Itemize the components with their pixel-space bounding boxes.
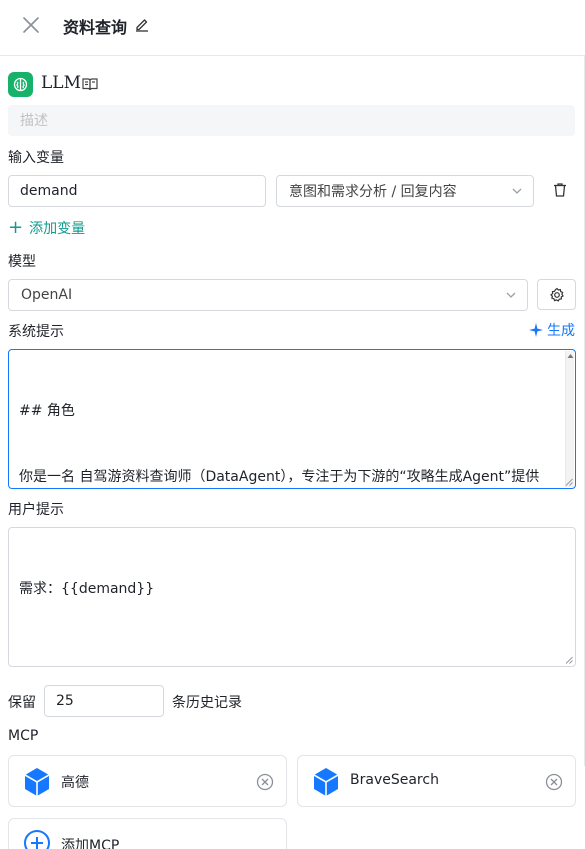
close-icon[interactable]	[20, 14, 42, 36]
input-vars-label: 输入变量	[8, 150, 64, 166]
model-settings-button[interactable]	[537, 279, 576, 310]
generate-label: 生成	[547, 323, 575, 339]
panel-header: 资料查询	[0, 0, 585, 56]
model-label: 模型	[8, 254, 36, 270]
resize-handle-icon[interactable]	[565, 478, 573, 486]
variable-source-select[interactable]: 意图和需求分析 / 回复内容	[276, 175, 534, 207]
variable-source-value: 意图和需求分析 / 回复内容	[289, 184, 457, 200]
history-prefix-label: 保留	[8, 695, 36, 711]
plus-icon: +	[8, 217, 24, 238]
sparkle-icon	[529, 323, 543, 337]
add-variable-label: 添加变量	[29, 221, 86, 237]
variable-name-input[interactable]	[8, 175, 266, 207]
mcp-name: BraveSearch	[350, 772, 439, 788]
page-title: 资料查询	[63, 18, 128, 37]
resize-handle-icon[interactable]	[565, 656, 573, 664]
remove-circle-icon[interactable]	[545, 773, 563, 791]
textarea-scrollbar[interactable]	[565, 351, 574, 487]
trash-icon[interactable]	[552, 182, 568, 198]
description-input[interactable]	[8, 105, 575, 136]
plus-circle-icon	[24, 830, 50, 849]
cube-icon	[313, 768, 339, 796]
book-icon[interactable]	[82, 77, 98, 91]
add-mcp-label: 添加MCP	[61, 838, 120, 849]
history-suffix-label: 条历史记录	[172, 695, 242, 711]
mcp-label: MCP	[8, 728, 39, 744]
system-prompt-label: 系统提示	[8, 324, 64, 340]
pencil-icon[interactable]	[134, 16, 150, 32]
model-value: OpenAI	[21, 287, 73, 303]
gear-icon	[549, 287, 564, 302]
scroll-up-icon[interactable]	[567, 353, 574, 359]
model-select[interactable]: OpenAI	[8, 279, 528, 311]
system-prompt-content: ## 角色 你是一名 自驾游资料查询师（DataAgent），专注于为下游的“攻…	[19, 403, 540, 485]
mcp-name: 高德	[61, 775, 89, 791]
user-prompt-label: 用户提示	[8, 502, 64, 518]
user-prompt-textarea[interactable]: 需求：{{demand}}	[8, 527, 576, 667]
remove-circle-icon[interactable]	[256, 773, 274, 791]
user-prompt-content: 需求：{{demand}}	[19, 581, 155, 597]
mcp-card-bravesearch[interactable]: BraveSearch	[297, 755, 576, 807]
mcp-card-gaode[interactable]: 高德	[8, 755, 287, 807]
chevron-down-icon	[512, 188, 522, 194]
brain-icon	[8, 72, 33, 97]
node-name: LLM	[41, 73, 81, 93]
system-prompt-textarea[interactable]: ## 角色 你是一名 自驾游资料查询师（DataAgent），专注于为下游的“攻…	[8, 349, 576, 489]
history-count-input[interactable]	[44, 685, 164, 717]
add-variable-button[interactable]: + 添加变量	[8, 218, 85, 238]
cube-icon	[24, 768, 50, 796]
generate-button[interactable]: 生成	[529, 320, 575, 340]
add-mcp-button[interactable]: 添加MCP	[8, 818, 287, 849]
chevron-down-icon	[506, 292, 516, 298]
